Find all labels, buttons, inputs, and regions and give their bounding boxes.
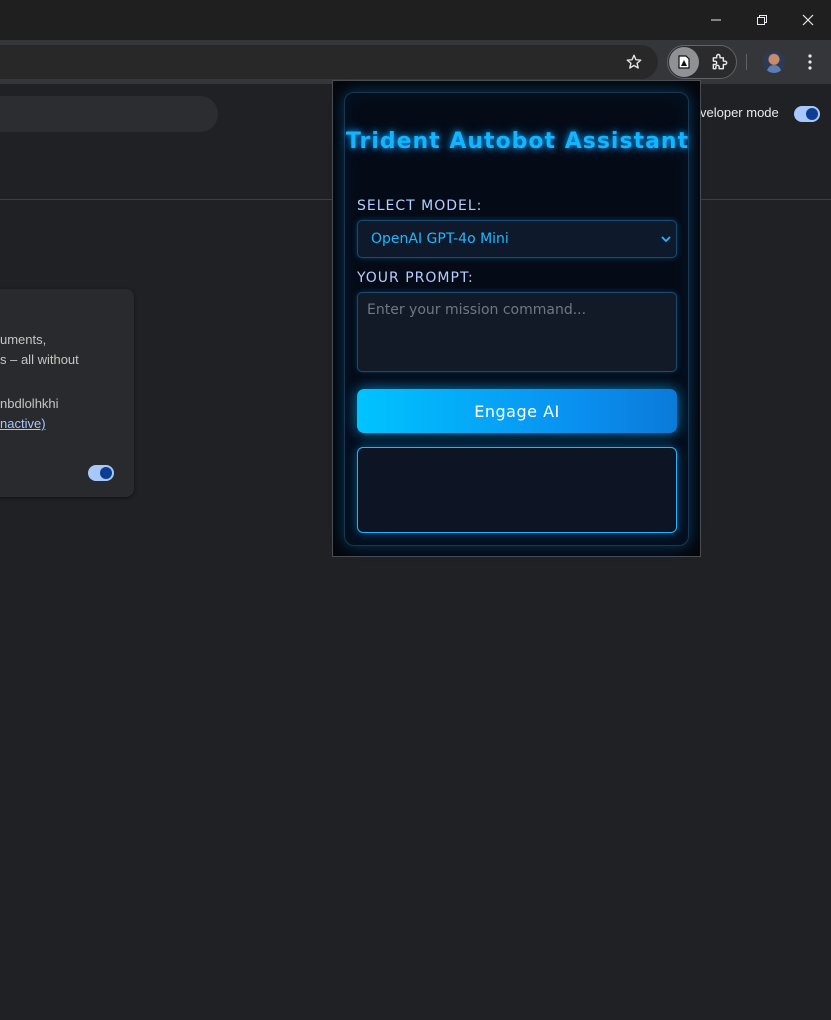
toolbar-divider	[746, 54, 747, 70]
prompt-placeholder: Enter your mission command...	[367, 302, 587, 318]
popup-title: Trident Autobot Assistant	[345, 129, 690, 154]
minimize-icon[interactable]	[693, 0, 739, 40]
response-output	[357, 447, 677, 533]
address-bar[interactable]	[0, 45, 658, 79]
model-select-value: OpenAI GPT-4o Mini	[371, 231, 509, 247]
developer-mode-toggle[interactable]	[794, 106, 820, 122]
prompt-label: YOUR PROMPT:	[357, 270, 474, 286]
prompt-input[interactable]: Enter your mission command...	[357, 292, 677, 372]
avatar[interactable]	[763, 51, 785, 73]
model-label: SELECT MODEL:	[357, 198, 483, 214]
card-description-line: uments,	[0, 332, 47, 347]
search-extensions-input[interactable]	[0, 96, 218, 132]
close-icon[interactable]	[785, 0, 831, 40]
card-description-line: s – all without	[0, 352, 79, 367]
assistant-panel: Trident Autobot Assistant SELECT MODEL: …	[344, 92, 689, 546]
card-inspect-link[interactable]: nactive)	[0, 416, 46, 431]
extension-icon[interactable]	[669, 47, 699, 77]
star-icon[interactable]	[622, 50, 646, 74]
puzzle-icon[interactable]	[707, 49, 733, 75]
developer-mode-label: veloper mode	[700, 105, 779, 120]
engage-ai-button[interactable]: Engage AI	[357, 389, 677, 433]
extension-enable-toggle[interactable]	[88, 465, 114, 481]
model-select[interactable]: OpenAI GPT-4o Mini	[357, 220, 677, 258]
extension-card	[0, 289, 134, 497]
window-titlebar	[0, 0, 831, 40]
chevron-down-icon	[660, 233, 672, 245]
card-id-text: nbdlolhkhi	[0, 396, 59, 411]
restore-icon[interactable]	[739, 0, 785, 40]
kebab-menu-icon[interactable]	[800, 50, 820, 74]
extension-popup: Trident Autobot Assistant SELECT MODEL: …	[332, 80, 701, 557]
